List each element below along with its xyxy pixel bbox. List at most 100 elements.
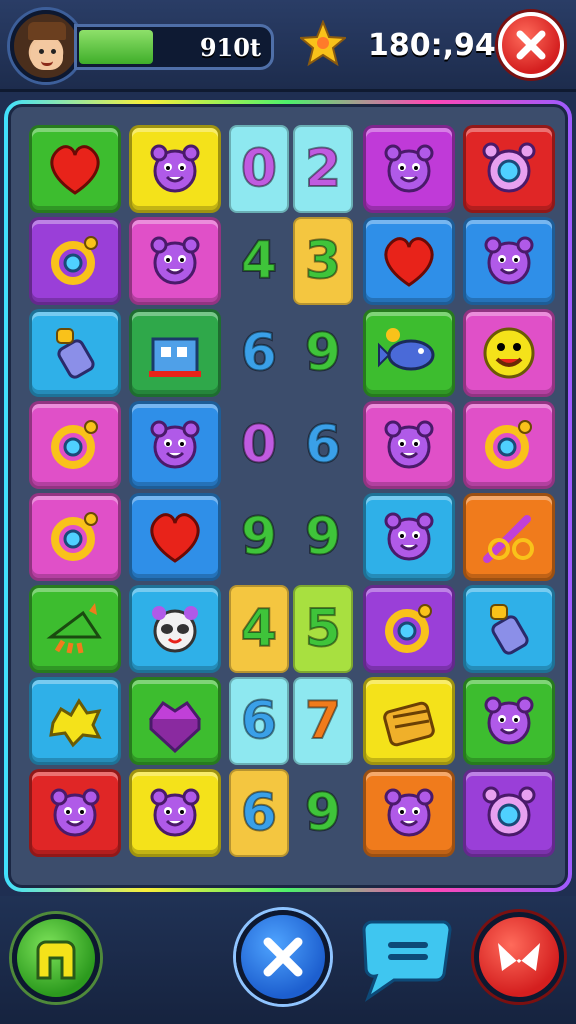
ring-icon [485, 420, 532, 469]
game-tile[interactable] [129, 493, 221, 581]
number-tile[interactable]: 3 [293, 217, 353, 305]
game-tile[interactable] [463, 493, 555, 581]
heart-icon [150, 513, 200, 563]
ring-icon [51, 420, 98, 469]
game-tile[interactable] [363, 677, 455, 765]
game-tile[interactable] [129, 677, 221, 765]
smiley-icon [483, 327, 535, 379]
game-tile[interactable] [29, 493, 121, 581]
chat-button[interactable] [358, 912, 454, 1002]
game-tile[interactable] [363, 309, 455, 397]
avatar-eye-left [39, 49, 44, 54]
avatar-eye-right [51, 49, 56, 54]
monster-icon [384, 788, 434, 837]
game-tile[interactable] [463, 309, 555, 397]
mail-button[interactable] [474, 912, 564, 1002]
game-tile[interactable] [363, 401, 455, 489]
game-tile[interactable] [129, 401, 221, 489]
game-tile[interactable] [29, 125, 121, 213]
number-tile[interactable]: 9 [293, 309, 353, 397]
game-tile[interactable] [363, 769, 455, 857]
monster-icon [484, 696, 534, 745]
monster-icon [150, 420, 200, 469]
monster-icon [150, 788, 200, 837]
game-tile[interactable] [29, 401, 121, 489]
monster-icon [484, 236, 534, 285]
mail-icon [498, 943, 540, 971]
avatar-hat [28, 22, 66, 40]
home-button[interactable] [12, 914, 100, 1002]
number-tile[interactable]: 7 [293, 677, 353, 765]
number-tile[interactable]: 6 [229, 309, 289, 397]
top-bar: 910t 180:,94 [0, 0, 576, 92]
game-tile[interactable] [463, 585, 555, 673]
wand-icon [483, 515, 534, 563]
game-tile[interactable] [29, 309, 121, 397]
home-icon [36, 940, 76, 980]
monster-icon [50, 788, 100, 837]
star-badge-icon [300, 20, 346, 67]
panda-icon [152, 606, 198, 653]
game-tile[interactable] [463, 677, 555, 765]
game-tile[interactable] [463, 217, 555, 305]
progress-fill [79, 30, 153, 64]
game-tile[interactable] [363, 217, 455, 305]
game-tile[interactable] [463, 125, 555, 213]
game-tile[interactable] [29, 585, 121, 673]
game-tile[interactable] [363, 125, 455, 213]
heart-icon [50, 145, 100, 195]
heart-box-icon [148, 700, 202, 753]
game-tile[interactable] [29, 217, 121, 305]
ring-icon [385, 604, 432, 653]
splat-icon [49, 698, 102, 748]
monster-icon [150, 236, 200, 285]
level-progress-bar: 910t [74, 24, 274, 70]
number-tile[interactable]: 5 [293, 585, 353, 673]
game-tile[interactable] [129, 217, 221, 305]
progress-value: 910t [199, 33, 261, 62]
number-tile[interactable]: 6 [293, 401, 353, 489]
game-tile[interactable] [129, 125, 221, 213]
number-tile[interactable]: 4 [229, 585, 289, 673]
game-tile[interactable] [463, 401, 555, 489]
number-tile[interactable]: 0 [229, 401, 289, 489]
game-tile[interactable] [29, 769, 121, 857]
monster-icon [384, 420, 434, 469]
alarm-clock-icon [482, 786, 536, 837]
monster-icon [384, 144, 434, 193]
chest-icon [383, 701, 435, 747]
game-tile[interactable] [129, 309, 221, 397]
game-tile[interactable] [129, 585, 221, 673]
shell-icon [46, 603, 102, 654]
game-board: 0243690699456769 [8, 104, 568, 888]
potion-icon [490, 604, 529, 655]
number-tile[interactable]: 9 [229, 493, 289, 581]
monster-icon [384, 512, 434, 561]
number-tile[interactable]: 9 [293, 769, 353, 857]
game-tile[interactable] [363, 493, 455, 581]
close-icon [516, 30, 546, 60]
number-tile[interactable]: 4 [229, 217, 289, 305]
player-avatar[interactable] [10, 10, 82, 82]
number-tile[interactable]: 2 [293, 125, 353, 213]
cancel-icon [263, 937, 303, 977]
cancel-button[interactable] [236, 910, 330, 1004]
potion-icon [56, 328, 95, 379]
game-tile[interactable] [29, 677, 121, 765]
heart-icon [384, 237, 434, 287]
number-tile[interactable]: 6 [229, 769, 289, 857]
number-tile[interactable]: 9 [293, 493, 353, 581]
game-tile[interactable] [363, 585, 455, 673]
score-display: 180:,94 [368, 28, 496, 63]
alarm-clock-icon [482, 142, 536, 193]
number-tile[interactable]: 6 [229, 677, 289, 765]
number-tile[interactable]: 0 [229, 125, 289, 213]
monster-icon [150, 144, 200, 193]
game-tile[interactable] [129, 769, 221, 857]
castle-icon [149, 337, 201, 377]
game-board-frame: 0243690699456769 [4, 100, 572, 892]
game-tile[interactable] [463, 769, 555, 857]
fish-icon [378, 328, 435, 371]
bottom-bar [0, 896, 576, 1024]
close-button[interactable] [498, 12, 564, 78]
